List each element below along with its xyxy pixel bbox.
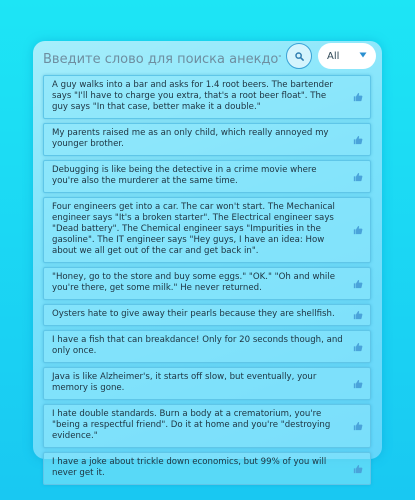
thumbs-up-icon[interactable] — [353, 310, 363, 320]
joke-item: A guy walks into a bar and asks for 1.4 … — [43, 75, 371, 119]
thumbs-up-icon[interactable] — [353, 172, 363, 182]
joke-text: My parents raised me as an only child, w… — [52, 128, 329, 149]
search-bar: All — [43, 41, 378, 75]
joke-text: I have a joke about trickle down economi… — [52, 457, 327, 478]
thumbs-up-icon[interactable] — [353, 464, 363, 474]
search-input[interactable] — [43, 46, 281, 73]
joke-text: I have a fish that can breakdance! Only … — [52, 335, 343, 356]
joke-item: I have a fish that can breakdance! Only … — [43, 330, 371, 363]
category-select-value: All — [327, 50, 340, 62]
joke-text: "Honey, go to the store and buy some egg… — [52, 272, 335, 293]
joke-item: Debugging is like being the detective in… — [43, 160, 371, 193]
joke-item: I have a joke about trickle down economi… — [43, 452, 371, 485]
thumbs-up-icon[interactable] — [353, 421, 363, 431]
chevron-down-icon — [359, 52, 367, 58]
joke-item: My parents raised me as an only child, w… — [43, 123, 371, 156]
thumbs-up-icon[interactable] — [353, 225, 363, 235]
joke-item: Four engineers get into a car. The car w… — [43, 197, 371, 263]
joke-item: I hate double standards. Burn a body at … — [43, 404, 371, 448]
thumbs-up-icon[interactable] — [353, 379, 363, 389]
category-select[interactable]: All — [318, 43, 376, 69]
joke-item: Oysters hate to give away their pearls b… — [43, 304, 371, 326]
thumbs-up-icon[interactable] — [353, 135, 363, 145]
joke-item: "Honey, go to the store and buy some egg… — [43, 267, 371, 300]
joke-text: Four engineers get into a car. The car w… — [52, 202, 335, 256]
search-button[interactable] — [286, 43, 312, 69]
joke-text: Oysters hate to give away their pearls b… — [52, 309, 335, 319]
jokes-panel: All A guy walks into a bar and asks for … — [33, 41, 382, 485]
thumbs-up-icon[interactable] — [353, 279, 363, 289]
thumbs-up-icon[interactable] — [353, 342, 363, 352]
joke-list: A guy walks into a bar and asks for 1.4 … — [43, 75, 371, 489]
joke-text: I hate double standards. Burn a body at … — [52, 409, 331, 441]
thumbs-up-icon[interactable] — [353, 92, 363, 102]
joke-text: Debugging is like being the detective in… — [52, 165, 317, 186]
joke-text: A guy walks into a bar and asks for 1.4 … — [52, 80, 333, 112]
search-icon — [294, 51, 304, 61]
joke-text: Java is like Alzheimer's, it starts off … — [52, 372, 317, 393]
joke-item: Java is like Alzheimer's, it starts off … — [43, 367, 371, 400]
